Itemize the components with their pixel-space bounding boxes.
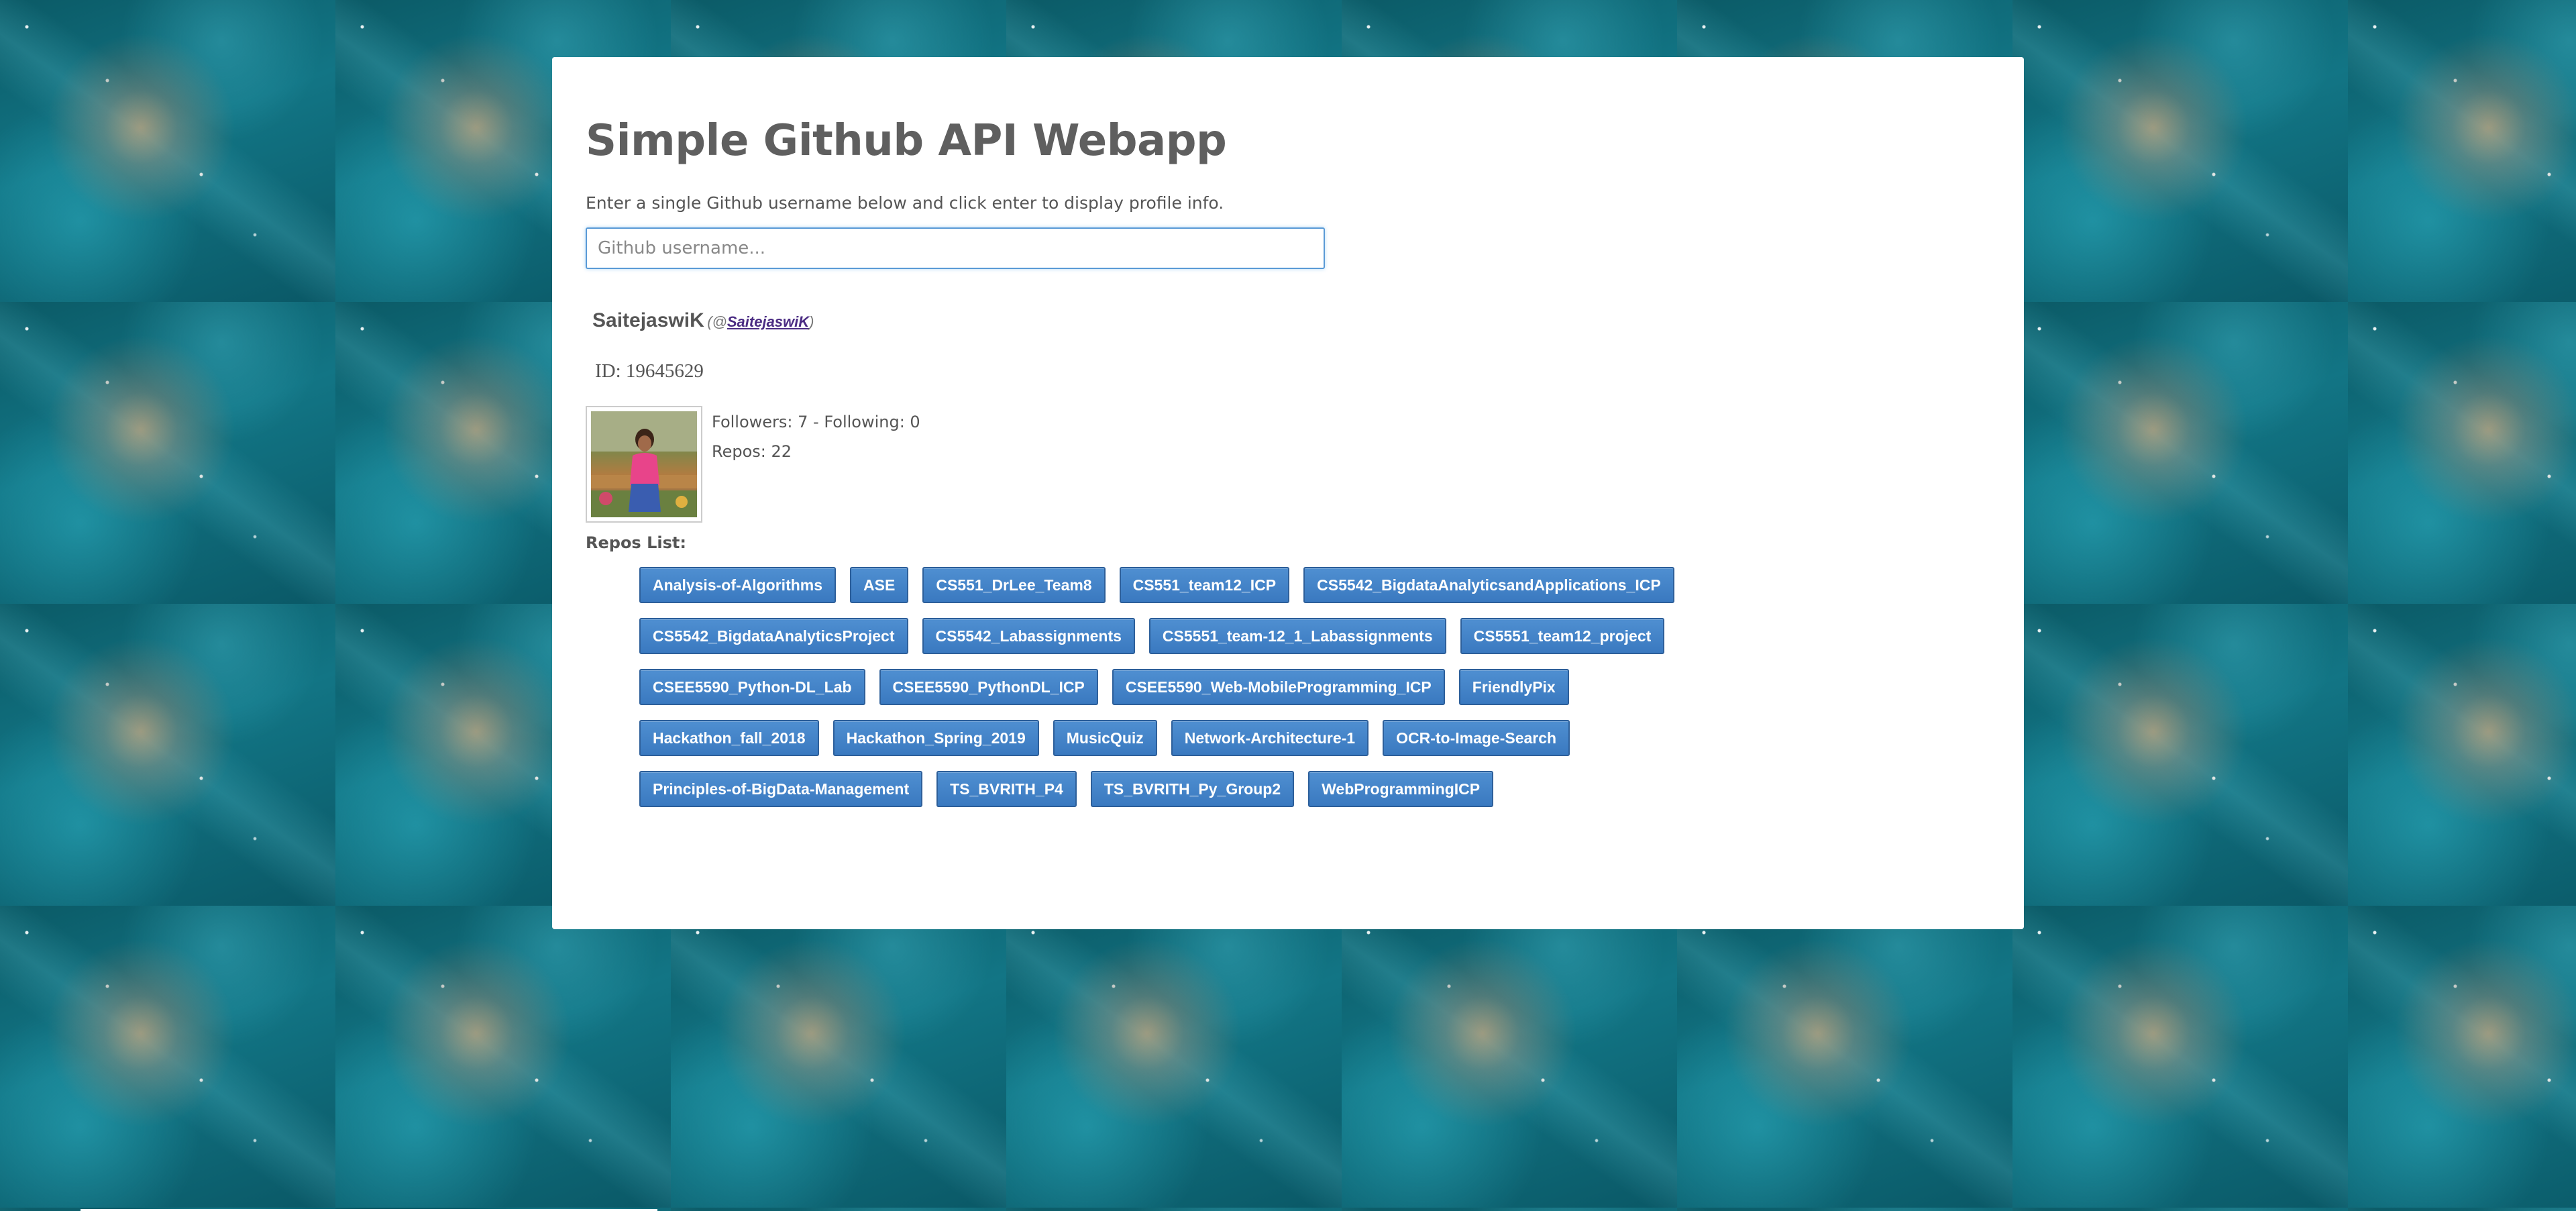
repo-button[interactable]: CS5542_Labassignments <box>922 618 1135 654</box>
profile-header: SaitejaswiK (@SaitejaswiK) <box>592 309 1990 332</box>
repos-list: Analysis-of-Algorithms ASE CS551_DrLee_Tea… <box>639 567 1713 807</box>
repo-button[interactable]: CS5542_BigdataAnalyticsandApplications_I… <box>1303 567 1674 603</box>
repo-button[interactable]: Principles-of-BigData-Management <box>639 771 923 807</box>
repo-button[interactable]: CS551_DrLee_Team8 <box>922 567 1106 603</box>
followers-following: Followers: 7 - Following: 0 <box>712 413 920 431</box>
repo-button[interactable]: Hackathon_fall_2018 <box>639 720 819 756</box>
profile-details: Followers: 7 - Following: 0 Repos: 22 <box>586 406 1990 523</box>
repo-button[interactable]: OCR-to-Image-Search <box>1383 720 1570 756</box>
avatar-image <box>591 411 697 517</box>
repo-button[interactable]: CS551_team12_ICP <box>1119 567 1290 603</box>
repo-button[interactable]: CSEE5590_PythonDL_ICP <box>879 669 1098 705</box>
repos-list-label: Repos List: <box>586 533 686 552</box>
main-panel: Simple Github API Webapp Enter a single … <box>552 57 2024 929</box>
repo-button[interactable]: TS_BVRITH_P4 <box>936 771 1077 807</box>
repo-button[interactable]: CS5542_BigdataAnalyticsProject <box>639 618 908 654</box>
profile-stats: Followers: 7 - Following: 0 Repos: 22 <box>712 407 920 523</box>
repo-button[interactable]: ASE <box>850 567 909 603</box>
repo-button[interactable]: CSEE5590_Python-DL_Lab <box>639 669 865 705</box>
page-title: Simple Github API Webapp <box>586 116 1227 166</box>
profile-name: SaitejaswiK <box>592 309 704 331</box>
profile-handle: (@SaitejaswiK) <box>707 313 814 330</box>
repos-count: Repos: 22 <box>712 442 792 461</box>
repo-button[interactable]: WebProgrammingICP <box>1308 771 1494 807</box>
repo-button[interactable]: TS_BVRITH_Py_Group2 <box>1090 771 1295 807</box>
repo-button[interactable]: Hackathon_Spring_2019 <box>833 720 1039 756</box>
profile-login-link[interactable]: SaitejaswiK <box>727 313 809 330</box>
instructions-text: Enter a single Github username below and… <box>586 193 1224 213</box>
repo-button[interactable]: CSEE5590_Web-MobileProgramming_ICP <box>1112 669 1445 705</box>
handle-prefix: (@ <box>707 313 727 330</box>
username-search-input[interactable] <box>586 227 1325 269</box>
profile-id: ID: 19645629 <box>595 360 704 382</box>
avatar <box>586 406 702 523</box>
repo-button[interactable]: MusicQuiz <box>1053 720 1157 756</box>
repo-button[interactable]: FriendlyPix <box>1458 669 1569 705</box>
repo-button[interactable]: CS5551_team-12_1_Labassignments <box>1148 618 1446 654</box>
repo-button[interactable]: CS5551_team12_project <box>1460 618 1665 654</box>
handle-suffix: ) <box>809 313 814 330</box>
repo-button[interactable]: Analysis-of-Algorithms <box>639 567 837 603</box>
repo-button[interactable]: Network-Architecture-1 <box>1171 720 1369 756</box>
